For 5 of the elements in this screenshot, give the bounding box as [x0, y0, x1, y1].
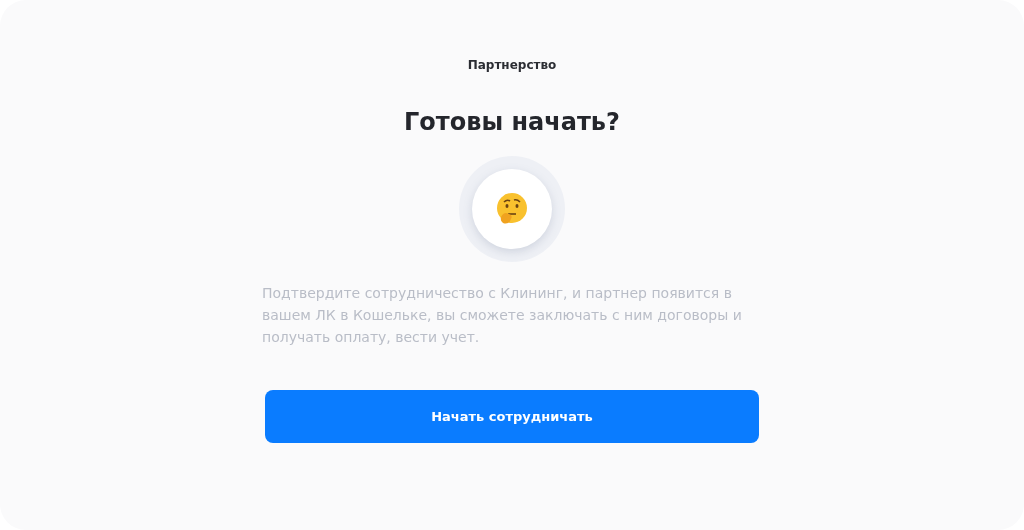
page-title: Партнерство	[467, 58, 557, 72]
thinking-face-icon	[495, 192, 529, 226]
heading: Готовы начать?	[404, 108, 620, 136]
description-text: Подтвердите сотрудничество с Клининг, и партнер появится в вашем ЛК в Кошельке, вы сможете заключать с ним договоры и получать оплату, вести учет.	[262, 284, 743, 347]
start-cooperation-button[interactable]: Начать сотрудничать	[265, 390, 759, 443]
